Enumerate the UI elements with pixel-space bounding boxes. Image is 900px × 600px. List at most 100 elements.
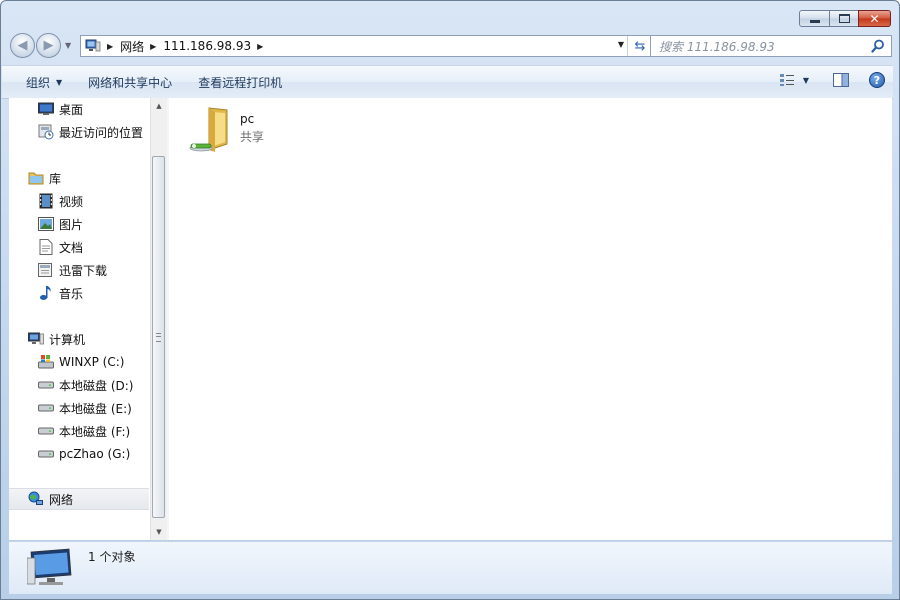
shared-folder-item[interactable]: pc 共享 [187,106,264,154]
organize-label: 组织 [26,75,51,90]
drive-icon [38,377,54,393]
search-icon[interactable] [871,39,885,53]
nav-item-label: 本地磁盘 (E:) [59,401,132,416]
nav-item-drive-g[interactable]: pcZhao (G:) [38,443,130,465]
navigation-bar: ◀ ▶ ▼ ▶ 网络 ▶ 111.186.98.93 ▶ ▼ ⇆ 搜索 111.… [10,33,892,59]
view-dropdown-icon[interactable]: ▼ [803,76,809,85]
nav-item-label: 图片 [59,217,84,232]
command-bar-right: ▼ ? [761,72,885,88]
nav-item-downloads[interactable]: 迅雷下载 [38,259,107,281]
scrollbar-thumb[interactable] [152,156,165,518]
music-icon [38,285,54,301]
nav-item-label: 网络 [49,492,74,507]
scroll-down-arrow-icon[interactable]: ▼ [151,524,167,540]
scroll-up-arrow-icon[interactable]: ▲ [151,98,167,114]
drive-icon [38,400,54,416]
status-text: 1 个对象 [88,550,136,564]
preview-pane-icon [833,73,849,87]
nav-item-label: pcZhao (G:) [59,447,131,461]
breadcrumb-arrow-icon[interactable]: ▶ [150,42,156,51]
nav-item-label: WINXP (C:) [59,355,125,369]
recent-pages-dropdown[interactable]: ▼ [65,41,71,50]
grip-icon [156,333,161,342]
pictures-icon [38,216,54,232]
folder-text: pc 共享 [240,112,264,154]
back-arrow-icon: ◀ [17,38,28,53]
minimize-button[interactable] [799,10,830,27]
nav-item-drive-e[interactable]: 本地磁盘 (E:) [38,397,132,419]
explorer-window: ✕ ◀ ▶ ▼ ▶ 网络 ▶ 111.186.98.93 ▶ ▼ ⇆ 搜索 11… [0,0,900,600]
nav-item-music[interactable]: 音乐 [38,282,83,304]
downloads-icon [38,262,54,278]
recent-places-icon [38,124,54,140]
nav-item-label: 音乐 [59,286,84,301]
help-button[interactable]: ? [869,72,885,88]
drive-icon [38,423,54,439]
nav-item-drive-c[interactable]: WINXP (C:) [38,351,124,373]
nav-item-network[interactable]: 网络 [9,488,149,510]
view-remote-printers-label: 查看远程打印机 [198,75,283,90]
forward-arrow-icon: ▶ [43,38,54,53]
nav-item-label: 最近访问的位置 [59,125,144,140]
desktop-icon [38,101,54,117]
caption-buttons: ✕ [799,10,891,27]
folder-name: pc [240,112,255,126]
system-drive-icon [38,354,54,370]
drive-icon [38,446,54,462]
breadcrumb-host[interactable]: 111.186.98.93 [163,39,251,53]
organize-button[interactable]: 组织 ▼ [20,74,68,91]
help-icon: ? [869,72,885,88]
network-computer-icon [26,548,75,591]
refresh-icon: ⇆ [634,38,646,54]
change-view-button[interactable]: ▼ [779,73,809,87]
nav-item-video[interactable]: 视频 [38,190,83,212]
command-bar: 组织 ▼ 网络和共享中心 查看远程打印机 ▼ ? [2,65,893,99]
breadcrumb-network[interactable]: 网络 [120,38,144,55]
nav-item-computer[interactable]: 计算机 [28,328,85,350]
chevron-down-icon: ▼ [56,77,63,87]
shared-folder-icon [187,106,235,154]
nav-item-libraries[interactable]: 库 [28,167,61,189]
network-icon [85,39,101,52]
nav-item-documents[interactable]: 文档 [38,236,83,258]
minimize-icon [809,19,820,23]
nav-item-label: 迅雷下载 [59,263,108,278]
nav-item-label: 库 [49,171,62,186]
nav-item-label: 本地磁盘 (F:) [59,424,131,439]
nav-item-drive-d[interactable]: 本地磁盘 (D:) [38,374,133,396]
forward-button[interactable]: ▶ [36,33,61,58]
documents-icon [38,239,54,255]
network-globe-icon [28,491,44,507]
library-icon [28,170,44,186]
maximize-button[interactable] [829,10,859,27]
nav-item-label: 视频 [59,194,84,209]
address-dropdown-icon[interactable]: ▼ [618,40,624,49]
breadcrumb-arrow-icon[interactable]: ▶ [257,42,263,51]
maximize-icon [838,14,850,23]
file-list: pc 共享 [169,98,892,540]
nav-item-drive-f[interactable]: 本地磁盘 (F:) [38,420,130,442]
back-button[interactable]: ◀ [10,33,35,58]
nav-item-label: 桌面 [59,102,84,117]
refresh-button[interactable]: ⇆ [627,36,652,56]
network-sharing-center-button[interactable]: 网络和共享中心 [82,74,178,91]
preview-pane-button[interactable] [833,73,849,87]
content-area: 桌面 最近访问的位置 库 视频 图片 文档 迅雷下载 音乐 计算机 WINXP … [9,98,892,540]
view-remote-printers-button[interactable]: 查看远程打印机 [192,74,288,91]
nav-item-label: 文档 [59,240,84,255]
close-icon: ✕ [869,11,880,26]
nav-item-label: 计算机 [49,332,86,347]
nav-item-pictures[interactable]: 图片 [38,213,83,235]
search-box[interactable]: 搜索 111.186.98.93 [650,35,892,57]
search-input[interactable]: 搜索 111.186.98.93 [659,38,775,55]
address-bar[interactable]: ▶ 网络 ▶ 111.186.98.93 ▶ ▼ ⇆ [80,35,653,57]
nav-item-label: 本地磁盘 (D:) [59,378,134,393]
video-icon [38,193,54,209]
nav-item-desktop[interactable]: 桌面 [38,98,83,120]
close-button[interactable]: ✕ [858,10,891,27]
navigation-pane-scrollbar[interactable]: ▲ ▼ [150,98,167,540]
breadcrumb-arrow-icon[interactable]: ▶ [107,42,113,51]
details-pane: 1 个对象 [9,541,892,594]
nav-item-recent-places[interactable]: 最近访问的位置 [38,121,143,143]
navigation-pane: 桌面 最近访问的位置 库 视频 图片 文档 迅雷下载 音乐 计算机 WINXP … [9,98,149,540]
